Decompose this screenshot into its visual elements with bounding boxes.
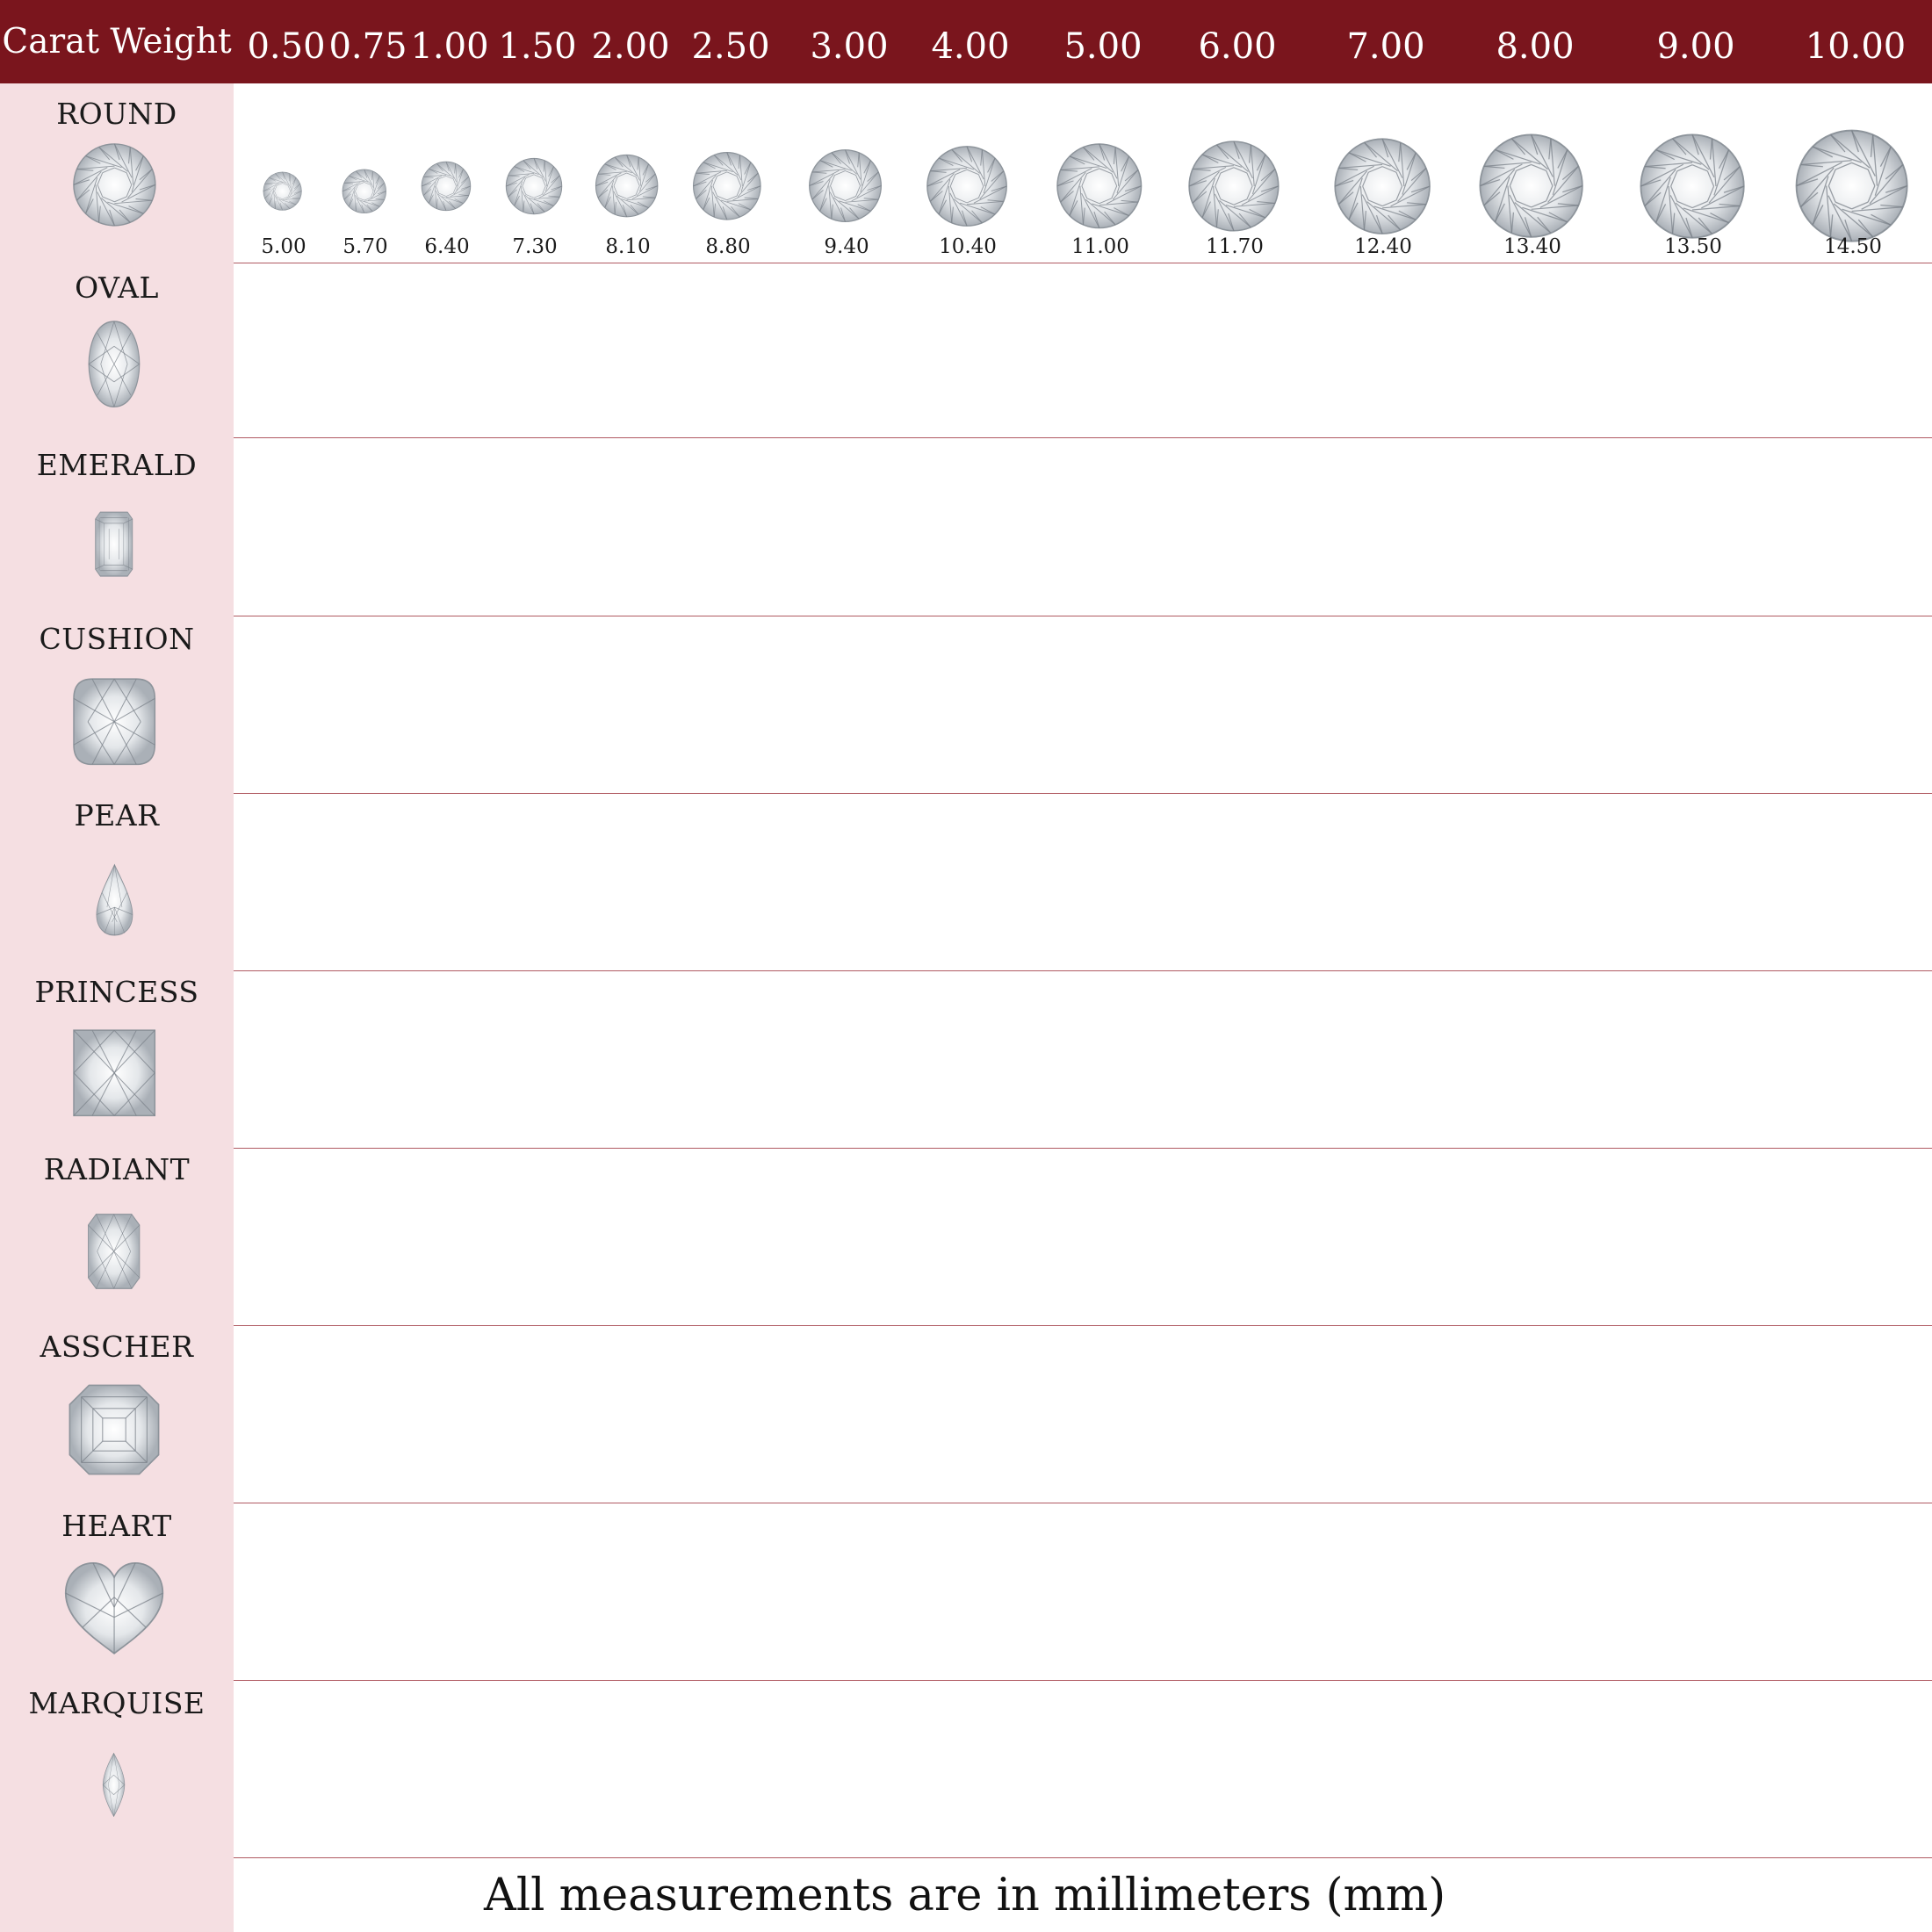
shape-label-cushion: CUSHION (39, 622, 195, 656)
shape-label-oval: OVAL (75, 270, 159, 305)
round-diamond-size-icon (595, 154, 659, 218)
round-diameter-label: 14.50 (1824, 235, 1882, 258)
princess-diamond-icon (70, 1027, 158, 1120)
round-diameter-label: 10.40 (939, 235, 997, 258)
round-diameter-label: 8.80 (705, 235, 751, 258)
round-diamond-size-icon (1187, 140, 1280, 233)
carat-weight-header: 2.00 (591, 25, 670, 67)
carat-weight-header: 6.00 (1198, 25, 1277, 67)
round-diameter-label: 7.30 (512, 235, 558, 258)
round-diamond-size-icon (1794, 128, 1909, 243)
shape-label-heart: HEART (61, 1509, 172, 1543)
round-diamond-size-icon (926, 145, 1008, 227)
carat-weight-header: 4.00 (931, 25, 1010, 67)
round-diamond-size-icon (1056, 142, 1143, 230)
radiant-diamond-icon (86, 1213, 141, 1290)
carat-weight-header: 0.50 (247, 25, 326, 67)
shape-label-asscher: ASSCHER (40, 1330, 194, 1364)
cushion-diamond-icon (70, 675, 158, 768)
carat-weight-title: Carat Weight (2, 22, 232, 61)
round-diamond-size-icon (808, 148, 883, 223)
round-diamond-size-icon (1478, 133, 1584, 239)
row-divider (234, 1325, 1932, 1326)
emerald-diamond-icon (90, 509, 138, 579)
round-diameter-label: 12.40 (1354, 235, 1412, 258)
shape-label-marquise: MARQUISE (28, 1686, 205, 1720)
carat-weight-header: 10.00 (1805, 25, 1907, 67)
row-divider (234, 793, 1932, 794)
round-diameter-label: 6.40 (424, 235, 470, 258)
carat-weight-header: 2.50 (691, 25, 770, 67)
carat-weight-header: 9.00 (1656, 25, 1735, 67)
row-divider (234, 970, 1932, 971)
carat-weight-header: 7.00 (1346, 25, 1425, 67)
round-diameter-label: 11.00 (1071, 235, 1129, 258)
carat-weight-header: 5.00 (1063, 25, 1143, 67)
shape-label-emerald: EMERALD (36, 448, 198, 482)
round-diamond-size-icon (421, 161, 472, 212)
carat-weight-header: 1.00 (410, 25, 489, 67)
round-diamond-size-icon (1333, 137, 1431, 235)
round-diameter-label: 11.70 (1206, 235, 1264, 258)
round-diameter-label: 13.50 (1664, 235, 1722, 258)
row-divider (234, 1680, 1932, 1681)
carat-weight-header: 1.50 (498, 25, 577, 67)
asscher-diamond-icon (66, 1381, 162, 1478)
round-diameter-label: 13.40 (1503, 235, 1561, 258)
round-diamond-size-icon (505, 157, 563, 215)
measurement-note: All measurements are in millimeters (mm) (234, 1869, 1932, 1921)
measurement-note-text: All measurements are in millimeters (mm) (484, 1869, 1446, 1921)
round-diamond-size-icon (692, 151, 762, 221)
round-diameter-label: 5.70 (342, 235, 388, 258)
heart-diamond-icon (61, 1557, 167, 1657)
shape-label-princess: PRINCESS (34, 975, 199, 1009)
diamond-size-chart: Carat Weight All measurements are in mil… (0, 0, 1932, 1932)
shape-label-pear: PEAR (74, 798, 160, 833)
round-diamond-size-icon (1639, 133, 1746, 240)
pear-diamond-icon (90, 863, 140, 937)
carat-weight-header: 8.00 (1496, 25, 1575, 67)
marquise-diamond-icon (96, 1752, 132, 1818)
row-divider (234, 1857, 1932, 1858)
shape-label-round: ROUND (56, 97, 177, 131)
carat-weight-header: 3.00 (810, 25, 889, 67)
round-diamond-size-icon (263, 171, 303, 212)
round-diameter-label: 8.10 (605, 235, 651, 258)
round-diameter-label: 9.40 (824, 235, 869, 258)
shape-label-radiant: RADIANT (43, 1152, 191, 1186)
round-diamond-icon (72, 142, 157, 227)
carat-weight-header: 0.75 (328, 25, 407, 67)
row-divider (234, 437, 1932, 438)
round-diamond-size-icon (342, 169, 387, 214)
row-divider (234, 1148, 1932, 1149)
round-diameter-label: 5.00 (261, 235, 306, 258)
oval-diamond-icon (81, 320, 148, 408)
